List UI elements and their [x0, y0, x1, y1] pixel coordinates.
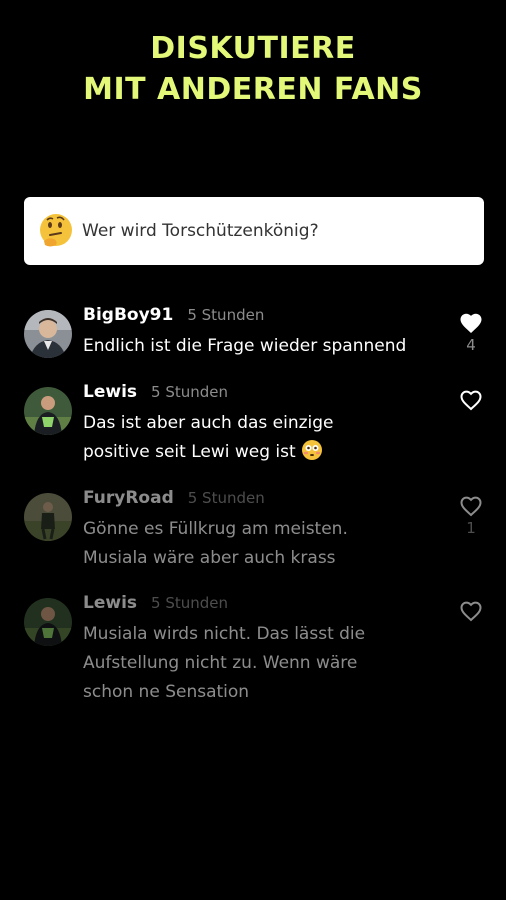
flushed-face-icon: [301, 439, 323, 461]
question-text: Wer wird Torschützenkönig?: [82, 221, 319, 241]
heart-filled-icon: [460, 313, 482, 333]
comment-time: 5 Stunden: [151, 383, 229, 401]
comment-time: 5 Stunden: [187, 306, 265, 324]
question-card[interactable]: Wer wird Torschützenkönig?: [24, 197, 484, 265]
like-button[interactable]: [458, 600, 484, 624]
comment-text-line: Das ist aber auch das einzige: [83, 413, 334, 433]
comment-text-line: schon ne Sensation: [83, 682, 250, 702]
comment-text-line: Musiala wäre aber auch krass: [83, 548, 336, 568]
avatar[interactable]: [24, 493, 72, 541]
avatar[interactable]: [24, 387, 72, 435]
heart-outline-icon: [460, 601, 482, 622]
comment-username[interactable]: Lewis: [83, 382, 137, 402]
comment-username[interactable]: BigBoy91: [83, 305, 173, 325]
headline-line-2: MIT ANDEREN FANS: [83, 72, 423, 107]
comment-text-line: Musiala wirds nicht. Das lässt die: [83, 624, 366, 644]
comment-text-line: Aufstellung nicht zu. Wenn wäre: [83, 653, 358, 673]
comment-text: Endlich ist die Frage wieder spannend: [83, 336, 407, 356]
comment-time: 5 Stunden: [151, 594, 229, 612]
comment-username[interactable]: FuryRoad: [83, 488, 174, 508]
like-count: 1: [466, 519, 476, 537]
comment-text-line: positive seit Lewi weg ist: [83, 442, 296, 462]
thinking-face-icon: [36, 211, 76, 251]
comment-time: 5 Stunden: [187, 489, 265, 507]
comment-username[interactable]: Lewis: [83, 593, 137, 613]
heart-outline-icon: [460, 390, 482, 411]
heart-outline-icon: [460, 496, 482, 517]
like-button[interactable]: [458, 389, 484, 413]
avatar[interactable]: [24, 310, 72, 358]
like-count: 4: [466, 336, 476, 354]
comment-text-line: Gönne es Füllkrug am meisten.: [83, 519, 348, 539]
headline-line-1: DISKUTIERE: [150, 31, 356, 66]
like-button[interactable]: 1: [458, 495, 484, 537]
headline: DISKUTIERE MIT ANDEREN FANS: [0, 28, 506, 110]
avatar[interactable]: [24, 598, 72, 646]
like-button[interactable]: 4: [458, 312, 484, 354]
